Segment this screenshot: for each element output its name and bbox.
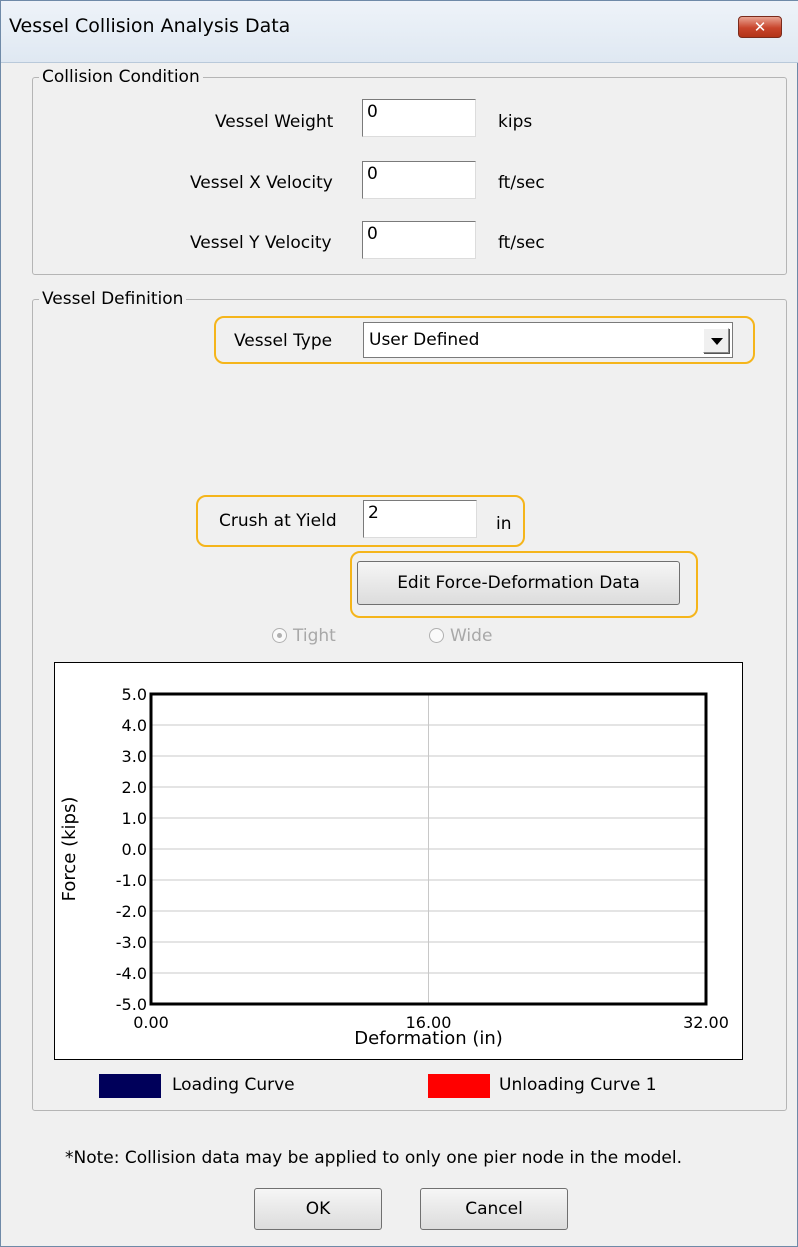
- chart-y-tick-label: -3.0: [116, 933, 147, 952]
- legend-label-unloading: Unloading Curve 1: [499, 1075, 657, 1095]
- radio-checked-icon: [272, 628, 287, 643]
- legend-swatch-loading: [99, 1074, 161, 1098]
- radio-unchecked-icon: [429, 628, 444, 643]
- radio-wide[interactable]: Wide: [429, 626, 492, 646]
- title-bar[interactable]: Vessel Collision Analysis Data ✕: [1, 1, 798, 63]
- chart-y-tick-label: 2.0: [122, 778, 147, 797]
- crush-at-yield-input[interactable]: 2: [363, 500, 477, 538]
- vessel-definition-legend: Vessel Definition: [42, 289, 184, 309]
- vessel-y-velocity-label: Vessel Y Velocity: [190, 233, 332, 253]
- chart-y-tick-label: 0.0: [122, 840, 147, 859]
- force-deformation-chart: 5.0 4.0 3.0 2.0 1.0 0.0 -1.0 -2.0 -3.0 -4.0 -5.0 0.…: [54, 662, 743, 1060]
- chart-y-tick-label: 3.0: [122, 747, 147, 766]
- vessel-type-select[interactable]: User Defined: [363, 322, 733, 358]
- vessel-y-velocity-input[interactable]: 0: [362, 221, 476, 259]
- vessel-weight-input[interactable]: 0: [362, 99, 476, 137]
- collision-note: *Note: Collision data may be applied to …: [65, 1148, 682, 1168]
- close-icon: ✕: [753, 18, 767, 36]
- collision-condition-legend: Collision Condition: [42, 67, 200, 87]
- vessel-type-label: Vessel Type: [234, 331, 333, 351]
- chart-y-axis-title: Force (kips): [59, 797, 80, 902]
- chart-y-tick-label: -1.0: [116, 871, 147, 890]
- chart-x-tick-label: 0.00: [133, 1013, 169, 1032]
- radio-wide-label: Wide: [450, 626, 493, 646]
- chart-x-axis-title: Deformation (in): [354, 1028, 503, 1049]
- chart-y-tick-label: -4.0: [116, 964, 147, 983]
- vessel-x-velocity-label: Vessel X Velocity: [190, 173, 333, 193]
- chart-y-tick-label: 4.0: [122, 716, 147, 735]
- chart-x-tick-label: 32.00: [683, 1013, 729, 1032]
- window-title: Vessel Collision Analysis Data: [9, 15, 291, 37]
- chevron-down-icon[interactable]: [703, 328, 729, 353]
- close-button[interactable]: ✕: [738, 16, 782, 38]
- chart-y-tick-label: -5.0: [116, 995, 147, 1014]
- vessel-x-velocity-unit: ft/sec: [498, 173, 545, 193]
- vessel-type-value: User Defined: [369, 330, 480, 350]
- dialog-window: Vessel Collision Analysis Data ✕ Collisi…: [0, 0, 798, 1247]
- chart-y-tick-label: 1.0: [122, 809, 147, 828]
- vessel-y-velocity-unit: ft/sec: [498, 233, 545, 253]
- vessel-x-velocity-input[interactable]: 0: [362, 161, 476, 199]
- crush-at-yield-label: Crush at Yield: [219, 511, 337, 531]
- crush-at-yield-unit: in: [496, 514, 512, 534]
- ok-button[interactable]: OK: [254, 1188, 382, 1230]
- edit-force-deformation-button[interactable]: Edit Force-Deformation Data: [357, 561, 680, 605]
- radio-tight-label: Tight: [293, 626, 336, 646]
- legend-label-loading: Loading Curve: [172, 1075, 295, 1095]
- radio-tight[interactable]: Tight: [272, 626, 336, 646]
- legend-swatch-unloading: [428, 1074, 490, 1098]
- vessel-weight-label: Vessel Weight: [215, 112, 334, 132]
- chart-y-tick-label: 5.0: [122, 685, 147, 704]
- vessel-weight-unit: kips: [498, 112, 533, 132]
- chart-y-tick-label: -2.0: [116, 902, 147, 921]
- chart-svg: 5.0 4.0 3.0 2.0 1.0 0.0 -1.0 -2.0 -3.0 -4.0 -5.00.…: [59, 685, 729, 1049]
- cancel-button[interactable]: Cancel: [420, 1188, 568, 1230]
